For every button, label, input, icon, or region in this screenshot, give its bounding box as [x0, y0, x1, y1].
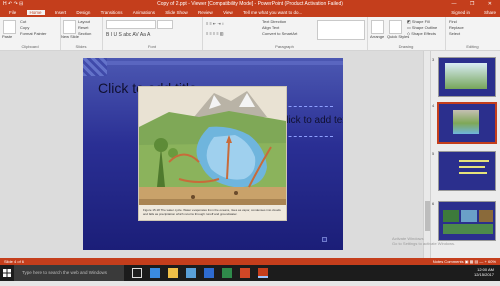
- tab-file[interactable]: File: [9, 10, 16, 15]
- select-button[interactable]: Select: [449, 31, 460, 36]
- slide-thumbnail[interactable]: 3: [432, 57, 497, 97]
- taskbar-search-box[interactable]: Type here to search the web and Windows: [14, 265, 124, 281]
- editing-group: Find Replace Select Editing: [445, 17, 500, 50]
- activation-watermark-subtitle: Go to Settings to activate Windows.: [392, 241, 456, 246]
- title-bar: H ↶ ↷ ⊟ Copy of 2.ppt - Viewer [Compatib…: [0, 0, 500, 9]
- paragraph-label: Paragraph: [275, 44, 294, 49]
- thumbnail-number: 6: [432, 201, 435, 206]
- tab-animations[interactable]: Animations: [133, 10, 155, 15]
- thumbnail-number: 5: [432, 151, 435, 156]
- file-explorer-icon[interactable]: [168, 268, 178, 278]
- new-slide-label: New Slide: [61, 34, 80, 39]
- tab-design[interactable]: Design: [76, 10, 90, 15]
- tab-insert[interactable]: Insert: [55, 10, 66, 15]
- slide-counter: Slide 4 of 6: [4, 259, 25, 264]
- slide-thumbnail[interactable]: 6: [432, 201, 497, 241]
- find-button[interactable]: Find: [449, 19, 457, 24]
- slide-number-marker: [322, 237, 327, 242]
- arrange-label: Arrange: [370, 34, 385, 39]
- font-size-select[interactable]: [157, 20, 173, 29]
- slide-thumbnail-selected[interactable]: 4: [432, 102, 497, 144]
- arrange-button[interactable]: [371, 20, 384, 34]
- word-icon[interactable]: [204, 268, 214, 278]
- account-user[interactable]: Signed in: [451, 9, 470, 17]
- thumbnail-number: 3: [432, 57, 435, 62]
- thumbnail-preview: [437, 102, 497, 144]
- align-buttons[interactable]: ≡ ≡ ≡ ≡ ▥: [206, 31, 224, 36]
- view-zoom-controls[interactable]: Notes Comments ▣ ▦ ▤ — + 60%: [433, 258, 496, 265]
- reset-button[interactable]: Reset: [78, 25, 88, 30]
- shape-fill-button[interactable]: ◩ Shape Fill: [407, 19, 430, 24]
- store-icon[interactable]: [186, 268, 196, 278]
- thumbnail-preview: [438, 151, 496, 191]
- font-name-select[interactable]: [106, 20, 156, 29]
- editing-label: Editing: [466, 44, 479, 49]
- drawing-label: Drawing: [398, 44, 414, 49]
- font-format-buttons[interactable]: B I U S abc AV Aa A: [106, 32, 150, 38]
- slide-corner-pattern: [83, 58, 107, 76]
- system-clock[interactable]: 12:00 AM 12/15/2017: [474, 267, 494, 277]
- section-button[interactable]: Section: [78, 31, 91, 36]
- activation-watermark: Activate Windows Go to Settings to activ…: [392, 236, 455, 246]
- paragraph-group: ≡ ≡ ⇤ ⇥ ↕ ≡ ≡ ≡ ≡ ▥ Text Direction Align…: [202, 17, 368, 50]
- quick-styles-button[interactable]: [389, 20, 402, 34]
- shape-effects-button[interactable]: ◇ Shape Effects: [407, 31, 436, 36]
- start-button[interactable]: [0, 265, 14, 281]
- tab-home[interactable]: Home: [26, 10, 45, 15]
- new-slide-button[interactable]: [63, 20, 76, 34]
- window-title: Copy of 2.ppt - Viewer [Compatibility Mo…: [157, 1, 343, 7]
- shape-outline-button[interactable]: ▭ Shape Outline: [407, 25, 437, 30]
- format-painter-button[interactable]: Format Painter: [20, 31, 46, 36]
- quick-access-toolbar[interactable]: H ↶ ↷ ⊟: [3, 0, 23, 9]
- text-direction-button[interactable]: Text Direction: [262, 19, 286, 24]
- slide-thumbnail[interactable]: 5: [432, 151, 497, 191]
- align-text-button[interactable]: Align Text: [262, 25, 279, 30]
- tell-me-input[interactable]: Tell me what you want to do...: [243, 10, 302, 15]
- cut-button[interactable]: Cut: [20, 19, 26, 24]
- edge-browser-icon[interactable]: [150, 268, 160, 278]
- tab-transitions[interactable]: Transitions: [101, 10, 123, 15]
- font-group: B I U S abc AV Aa A Font: [102, 17, 203, 50]
- tab-view[interactable]: View: [223, 10, 233, 15]
- paste-button[interactable]: [3, 20, 16, 34]
- slide-body-text: Click to add text: [279, 115, 343, 126]
- windows-taskbar: Type here to search the web and Windows …: [0, 265, 500, 281]
- slide-body-placeholder[interactable]: Click to add text: [279, 115, 343, 126]
- replace-button[interactable]: Replace: [449, 25, 464, 30]
- ribbon: Paste Cut Copy Format Painter Clipboard …: [0, 17, 500, 51]
- slides-group: New Slide Layout Reset Section Slides: [60, 17, 103, 50]
- font-label: Font: [147, 44, 156, 49]
- windows-logo-icon: [3, 269, 11, 277]
- window-controls[interactable]: — ❐ ✕: [452, 0, 498, 9]
- excel-icon[interactable]: [222, 268, 232, 278]
- slide-thumbnails-pane: 3 4 5 6: [430, 51, 500, 258]
- quick-styles-label: Quick Styles: [387, 34, 410, 39]
- slide-top-bar: [107, 61, 343, 65]
- paste-label: Paste: [2, 34, 13, 39]
- powerpoint-active-window-icon[interactable]: [258, 268, 268, 278]
- tab-slide-show[interactable]: Slide Show: [165, 10, 188, 15]
- water-cycle-image[interactable]: Figure 15.18 The water cycle. Water evap…: [138, 86, 287, 221]
- thumbnail-preview: [438, 201, 496, 241]
- share-button[interactable]: Share: [484, 9, 496, 17]
- ribbon-tabs: File Home Insert Design Transitions Anim…: [0, 9, 500, 17]
- copy-button[interactable]: Copy: [20, 25, 29, 30]
- clock-date: 12/15/2017: [473, 272, 494, 277]
- clipboard-label: Clipboard: [21, 44, 39, 49]
- water-cycle-illustration: [139, 87, 286, 205]
- bullets-button[interactable]: ≡ ≡ ⇤ ⇥ ↕: [206, 21, 224, 26]
- layout-button[interactable]: Layout: [78, 19, 90, 24]
- status-bar: Slide 4 of 6 Notes Comments ▣ ▦ ▤ — + 60…: [0, 258, 500, 265]
- powerpoint-icon[interactable]: [240, 268, 250, 278]
- tab-review[interactable]: Review: [198, 10, 213, 15]
- shapes-gallery[interactable]: [317, 20, 365, 40]
- thumbnail-preview: [438, 57, 496, 97]
- task-view-icon[interactable]: [132, 268, 142, 278]
- slides-label: Slides: [75, 44, 87, 49]
- drawing-group: Arrange Quick Styles ◩ Shape Fill ▭ Shap…: [367, 17, 446, 50]
- clipboard-group: Paste Cut Copy Format Painter Clipboard: [0, 17, 61, 50]
- convert-smartart-button[interactable]: Convert to SmartArt: [262, 31, 297, 36]
- figure-caption: Figure 15.18 The water cycle. Water evap…: [143, 208, 281, 216]
- thumbnail-number: 4: [432, 103, 435, 108]
